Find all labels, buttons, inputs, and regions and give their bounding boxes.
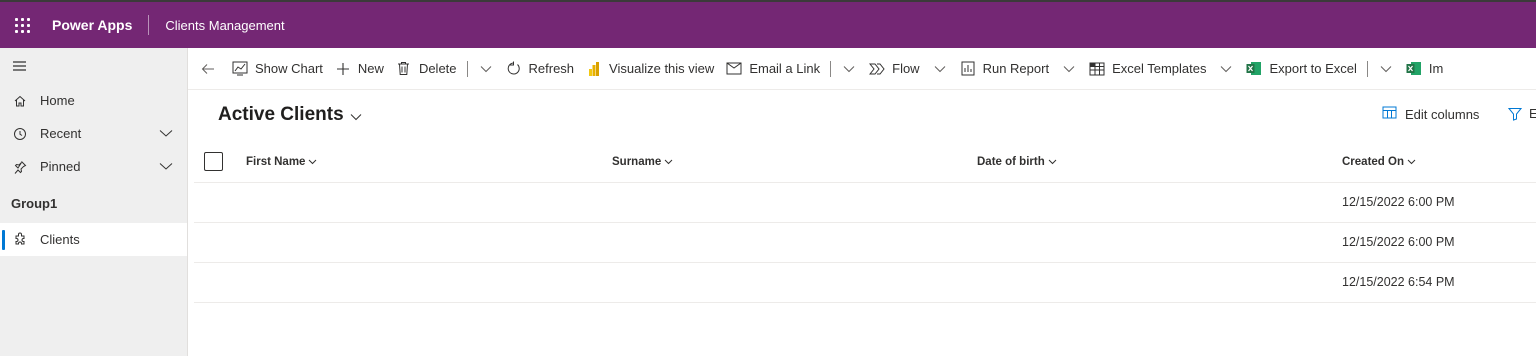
select-all-checkbox[interactable] (204, 152, 223, 171)
export-excel-button[interactable]: Export to Excel (1240, 53, 1362, 85)
sidebar-item-label: Recent (40, 126, 82, 141)
refresh-label: Refresh (528, 61, 575, 76)
run-report-button[interactable]: Run Report (954, 53, 1055, 85)
flow-chevron-icon[interactable] (926, 53, 954, 85)
chevron-down-icon (1048, 156, 1057, 168)
column-header-label: Created On (1342, 156, 1404, 168)
column-header-label: Surname (612, 156, 662, 168)
chart-icon (232, 61, 248, 77)
sidebar-item-label: Home (40, 93, 75, 108)
import-excel-button[interactable]: Im (1400, 53, 1449, 85)
edit-columns-icon (1382, 106, 1398, 123)
app-launcher-icon[interactable] (2, 2, 42, 48)
sidebar-item-home[interactable]: Home (0, 84, 187, 117)
flow-button[interactable]: Flow (863, 53, 925, 85)
run-report-label: Run Report (982, 61, 1050, 76)
app-header: Power Apps Clients Management (0, 0, 1536, 48)
new-button[interactable]: New (329, 53, 390, 85)
trash-icon (396, 61, 412, 77)
table-row[interactable]: 12/15/2022 6:00 PM (194, 223, 1536, 263)
sidebar-group-title: Group1 (11, 195, 58, 211)
hamburger-menu-icon[interactable] (0, 48, 187, 84)
grid-header: First Name Surname Date of birth Created… (194, 143, 1536, 183)
export-excel-label: Export to Excel (1269, 61, 1357, 76)
run-report-chevron-icon[interactable] (1055, 53, 1083, 85)
cell-created-on: 12/15/2022 6:00 PM (1342, 235, 1455, 249)
sidebar-item-clients[interactable]: Clients (0, 223, 187, 256)
import-label: Im (1428, 61, 1444, 76)
divider (830, 60, 832, 77)
column-header-surname[interactable]: Surname (612, 156, 673, 168)
command-bar: Show Chart New Delete Refresh Visualize … (188, 48, 1536, 90)
chevron-down-icon (350, 105, 362, 127)
app-title[interactable]: Clients Management (165, 18, 284, 33)
cell-created-on: 12/15/2022 6:00 PM (1342, 195, 1455, 209)
refresh-icon (506, 61, 522, 77)
divider (466, 60, 468, 77)
sidebar-item-recent[interactable]: Recent (0, 117, 187, 150)
edit-filters-button[interactable]: E (1508, 106, 1536, 121)
flow-icon (869, 61, 885, 77)
chevron-down-icon[interactable] (159, 126, 173, 141)
refresh-button[interactable]: Refresh (500, 53, 581, 85)
plus-icon (335, 61, 351, 77)
edit-columns-label: Edit columns (1405, 107, 1480, 122)
app-name[interactable]: Power Apps (52, 17, 132, 33)
pin-icon (12, 159, 28, 175)
sidebar-item-label: Clients (40, 232, 80, 247)
view-selector[interactable]: Active Clients (218, 102, 362, 127)
email-link-label: Email a Link (749, 61, 821, 76)
excel-templates-button[interactable]: Excel Templates (1083, 53, 1212, 85)
puzzle-icon (12, 232, 28, 248)
new-label: New (357, 61, 384, 76)
column-header-date-of-birth[interactable]: Date of birth (977, 156, 1057, 168)
email-link-icon (726, 61, 742, 77)
chevron-down-icon (308, 156, 317, 168)
sidebar-item-pinned[interactable]: Pinned (0, 150, 187, 183)
delete-button[interactable]: Delete (390, 53, 463, 85)
flow-label: Flow (892, 61, 920, 76)
edit-columns-button[interactable]: Edit columns (1382, 106, 1479, 123)
sidebar-item-label: Pinned (40, 159, 81, 174)
column-header-label: Date of birth (977, 156, 1045, 168)
column-header-first-name[interactable]: First Name (246, 156, 317, 168)
filter-icon (1508, 107, 1522, 121)
chevron-down-icon (1407, 156, 1416, 168)
column-header-created-on[interactable]: Created On (1342, 156, 1416, 168)
excel-icon (1246, 61, 1262, 77)
excel-templates-label: Excel Templates (1112, 61, 1207, 76)
divider (1366, 60, 1368, 77)
more-delete-chevron-icon[interactable] (472, 53, 500, 85)
excel-icon (1406, 61, 1422, 77)
show-chart-label: Show Chart (255, 61, 323, 76)
visualize-label: Visualize this view (609, 61, 715, 76)
email-link-button[interactable]: Email a Link (720, 53, 826, 85)
column-header-label: First Name (246, 156, 306, 168)
edit-filters-label: E (1529, 106, 1536, 121)
visualize-view-button[interactable]: Visualize this view (580, 53, 720, 85)
header-divider (148, 15, 150, 35)
chevron-down-icon[interactable] (159, 159, 173, 174)
home-icon (12, 93, 28, 109)
back-arrow-icon[interactable] (190, 53, 226, 85)
table-row[interactable]: 12/15/2022 6:54 PM (194, 263, 1536, 303)
power-bi-icon (586, 61, 602, 77)
table-row[interactable]: 12/15/2022 6:00 PM (194, 183, 1536, 223)
email-link-chevron-icon[interactable] (835, 53, 863, 85)
sidebar: Home Recent Pinned Group1 Clients (0, 48, 188, 356)
excel-template-icon (1089, 61, 1105, 77)
excel-templates-chevron-icon[interactable] (1212, 53, 1240, 85)
view-title: Active Clients (218, 103, 344, 125)
chevron-down-icon (664, 156, 673, 168)
cell-created-on: 12/15/2022 6:54 PM (1342, 275, 1455, 289)
data-grid: First Name Surname Date of birth Created… (194, 143, 1536, 303)
report-icon (960, 61, 976, 77)
show-chart-button[interactable]: Show Chart (226, 53, 329, 85)
clock-icon (12, 126, 28, 142)
delete-label: Delete (418, 61, 457, 76)
export-excel-chevron-icon[interactable] (1372, 53, 1400, 85)
